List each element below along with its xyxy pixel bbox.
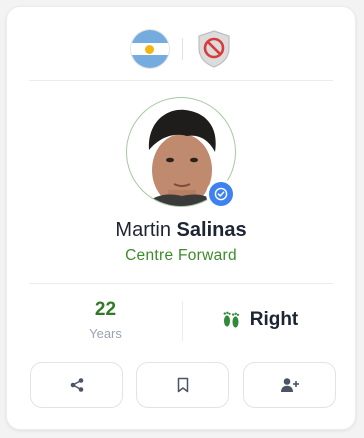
bookmark-icon <box>177 377 188 393</box>
player-card: Martin Salinas Centre Forward 22 Years R… <box>6 6 356 430</box>
age-value: 22 <box>94 299 117 320</box>
card-header <box>7 29 355 69</box>
bookmark-button[interactable] <box>136 362 229 408</box>
header-divider <box>181 38 183 60</box>
last-name: Salinas <box>176 219 247 241</box>
action-bar <box>30 362 336 410</box>
foot-value: Right <box>249 309 299 330</box>
ban-shield-icon <box>197 30 230 68</box>
age-stat: 22 Years <box>29 299 182 341</box>
avatar-container <box>126 97 236 209</box>
stats-separator <box>29 283 333 284</box>
verified-badge <box>206 179 236 209</box>
player-position: Centre Forward <box>125 247 237 264</box>
user-plus-icon <box>280 378 299 392</box>
first-name: Martin <box>115 219 171 241</box>
player-name: Martin Salinas <box>7 219 355 242</box>
preferred-foot-stat: Right <box>183 309 335 331</box>
share-button[interactable] <box>30 362 123 408</box>
footprints-icon <box>223 311 239 328</box>
argentina-flag-icon <box>130 30 169 68</box>
follow-button[interactable] <box>243 362 336 408</box>
header-separator <box>29 80 333 81</box>
age-label: Years <box>89 326 122 341</box>
share-icon <box>70 378 83 392</box>
verified-check-icon <box>214 187 228 201</box>
